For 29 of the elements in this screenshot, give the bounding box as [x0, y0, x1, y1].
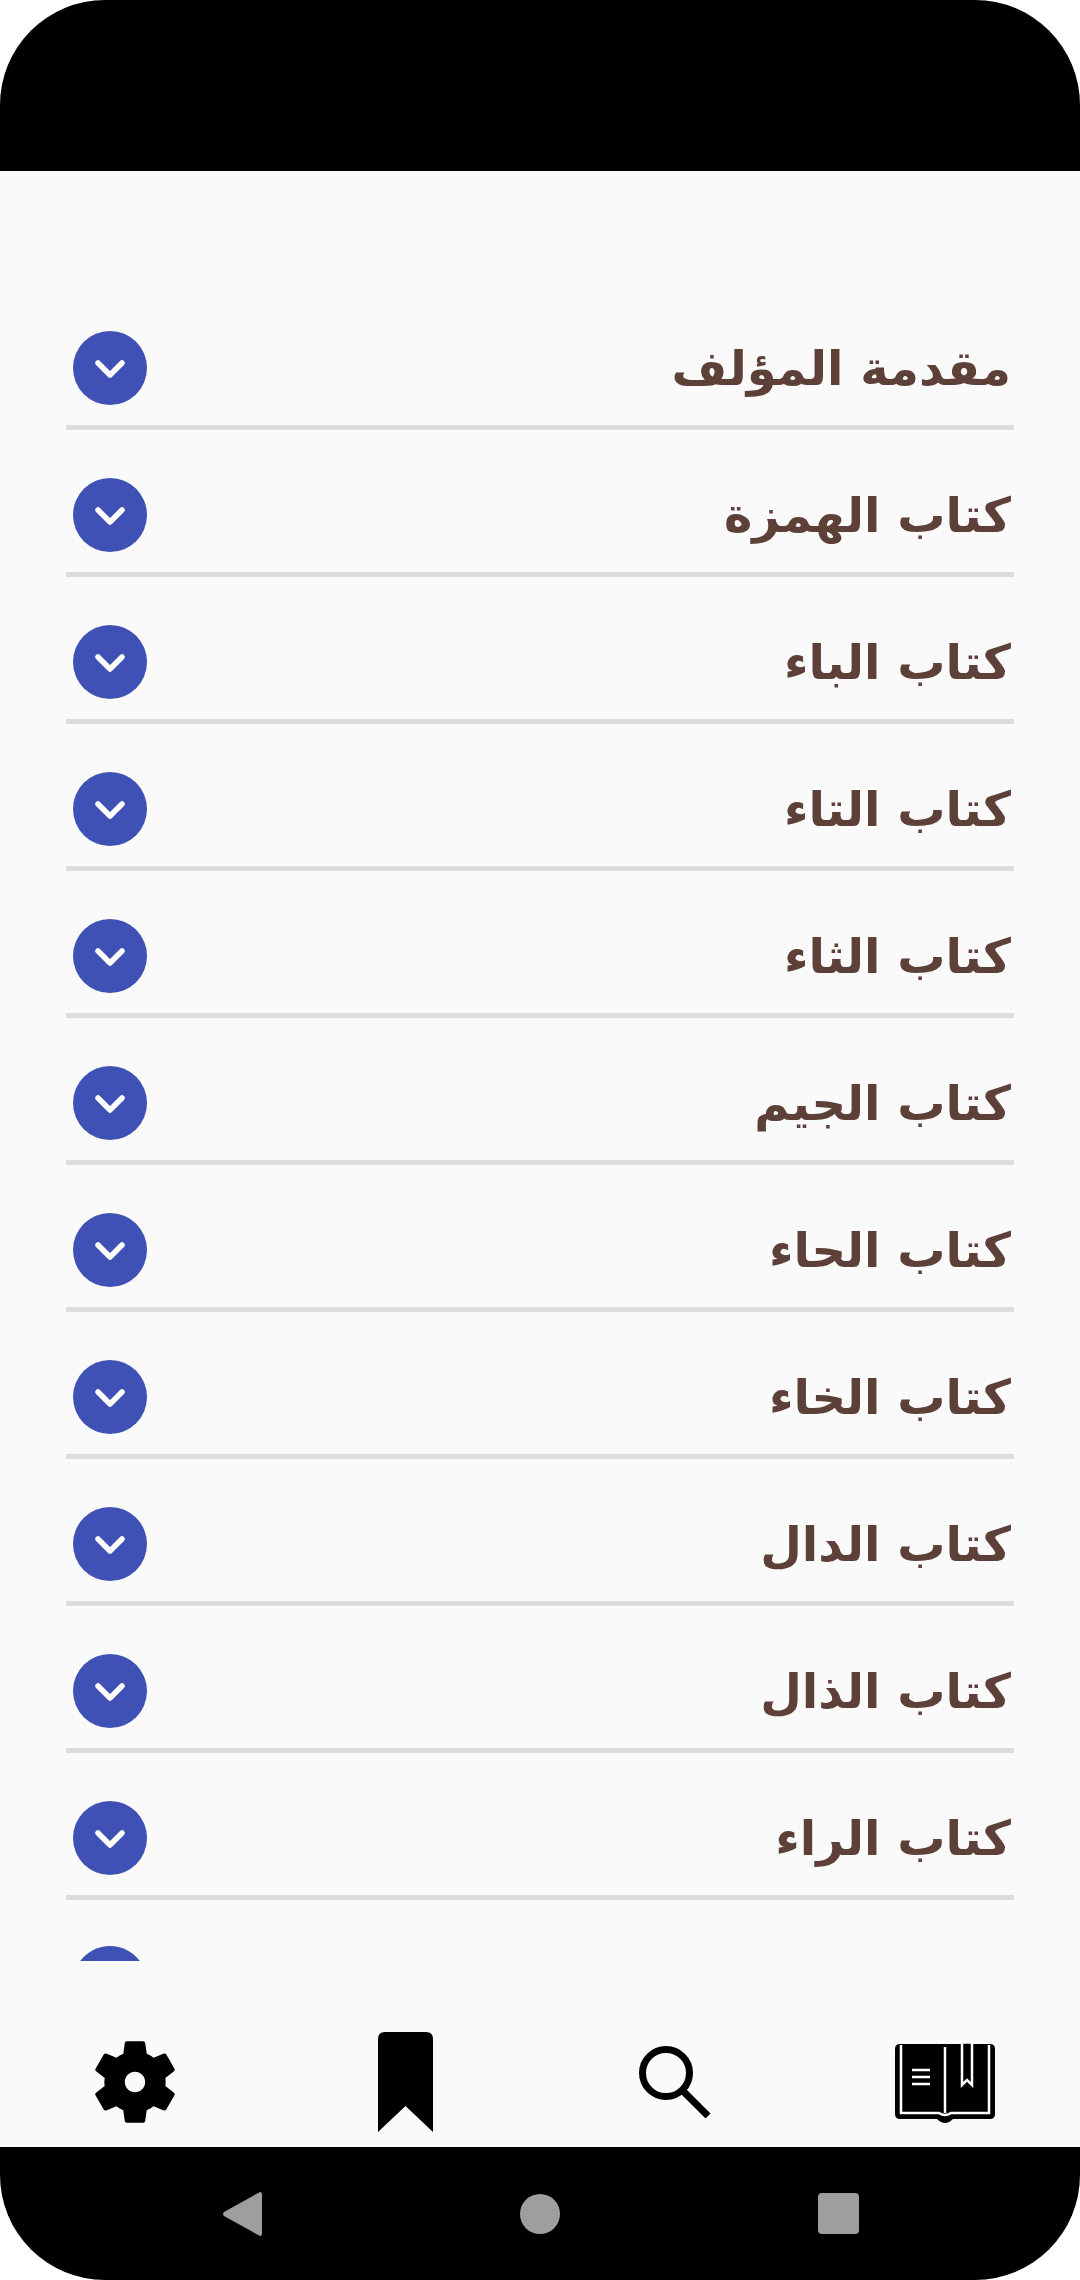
settings-icon[interactable] [95, 2041, 175, 2123]
chevron-down-icon[interactable] [73, 1507, 147, 1581]
back-icon[interactable] [221, 2191, 262, 2236]
chapter-title[interactable]: كتاب الهمزة [724, 485, 1011, 545]
chevron-down-icon[interactable] [73, 1654, 147, 1728]
open-book-icon[interactable] [895, 2041, 995, 2123]
chevron-down-icon[interactable] [73, 331, 147, 405]
chapter-title[interactable]: كتاب الجيم [754, 1073, 1011, 1133]
chapter-title[interactable]: كتاب الثاء [783, 926, 1011, 986]
chapter-title[interactable]: كتاب الباء [783, 632, 1011, 692]
chapter-title[interactable]: كتاب التاء [783, 779, 1011, 839]
recents-icon[interactable] [817, 2193, 859, 2234]
home-icon[interactable] [519, 2193, 560, 2234]
chevron-down-icon[interactable] [73, 1360, 147, 1434]
chapter-title[interactable]: مقدمة المؤلف [671, 338, 1011, 398]
chevron-down-icon[interactable] [73, 625, 147, 699]
chevron-down-icon[interactable] [73, 1801, 147, 1875]
chevron-down-icon[interactable] [73, 919, 147, 993]
chapter-title[interactable]: كتاب الحاء [768, 1220, 1011, 1280]
chapter-title[interactable]: كتاب الذال [760, 1661, 1011, 1721]
chevron-down-icon[interactable] [73, 772, 147, 846]
search-icon[interactable] [639, 2046, 711, 2118]
chapter-title[interactable]: كتاب الراء [775, 1808, 1011, 1868]
chapter-title[interactable]: كتاب الخاء [768, 1367, 1011, 1427]
chapter-title[interactable]: كتاب الدال [760, 1514, 1011, 1574]
bookmark-icon[interactable] [377, 2032, 433, 2132]
chevron-down-icon[interactable] [73, 478, 147, 552]
chevron-down-icon[interactable] [73, 1213, 147, 1287]
chevron-down-icon[interactable] [73, 1066, 147, 1140]
